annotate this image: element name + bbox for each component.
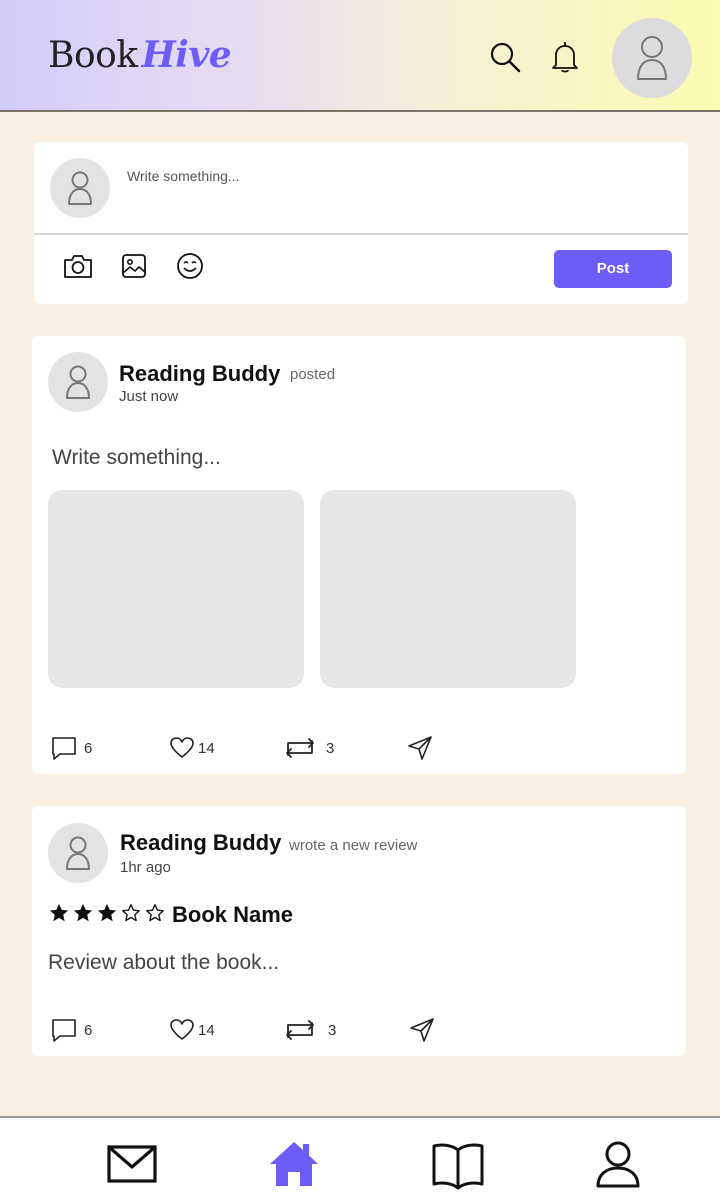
- person-icon: [637, 36, 667, 80]
- comment-icon: [50, 734, 78, 762]
- like-count: 14: [198, 739, 215, 757]
- nav-home[interactable]: [266, 1136, 322, 1192]
- person-icon: [48, 823, 108, 883]
- feed-post-card: Reading Buddy posted Just now Write some…: [32, 336, 686, 774]
- star-filled-icon: [72, 902, 94, 924]
- post-action-text: wrote a new review: [289, 837, 418, 854]
- nav-library[interactable]: [430, 1136, 486, 1192]
- post-timestamp: Just now: [119, 388, 179, 405]
- repost-icon: [282, 734, 318, 762]
- mail-icon: [107, 1145, 157, 1183]
- like-button[interactable]: 14: [168, 1016, 215, 1044]
- send-icon: [406, 734, 434, 762]
- camera-icon[interactable]: [62, 250, 94, 282]
- repost-button[interactable]: 3: [282, 1016, 336, 1044]
- star-empty-icon: [144, 902, 166, 924]
- repost-button[interactable]: 3: [282, 734, 334, 762]
- book-icon: [432, 1143, 484, 1190]
- logo-book-text: Book: [48, 35, 138, 76]
- search-icon[interactable]: [488, 40, 522, 74]
- star-filled-icon: [96, 902, 118, 924]
- post-timestamp: 1hr ago: [120, 859, 171, 876]
- person-icon: [48, 352, 108, 412]
- comment-button[interactable]: 6: [50, 734, 92, 762]
- image-placeholder[interactable]: [48, 490, 304, 688]
- repost-count: 3: [328, 1021, 337, 1039]
- comment-count: 6: [84, 739, 93, 757]
- user-icon: [596, 1141, 640, 1188]
- post-button[interactable]: Post: [554, 250, 672, 288]
- person-icon: [50, 158, 110, 218]
- comment-count: 6: [84, 1021, 93, 1039]
- author-name[interactable]: Reading Buddy: [120, 830, 281, 856]
- emoji-icon[interactable]: [174, 250, 206, 282]
- repost-count: 3: [326, 739, 335, 757]
- app-logo[interactable]: Book Hive: [48, 34, 232, 76]
- like-button[interactable]: 14: [168, 734, 215, 762]
- composer-avatar: [50, 158, 110, 218]
- author-avatar[interactable]: [48, 823, 108, 883]
- book-name[interactable]: Book Name: [172, 902, 293, 928]
- star-filled-icon: [48, 902, 70, 924]
- author-avatar[interactable]: [48, 352, 108, 412]
- heart-icon: [168, 734, 196, 762]
- composer-input[interactable]: Write something...: [127, 168, 240, 184]
- author-name[interactable]: Reading Buddy: [119, 361, 280, 387]
- nav-profile[interactable]: [590, 1136, 646, 1192]
- like-count: 14: [198, 1021, 215, 1039]
- comment-button[interactable]: 6: [50, 1016, 92, 1044]
- bottom-nav: [0, 1116, 720, 1204]
- home-icon: [270, 1142, 318, 1186]
- star-empty-icon: [120, 902, 142, 924]
- composer-card: Write something... Post: [34, 142, 688, 304]
- image-placeholder[interactable]: [320, 490, 576, 688]
- bell-icon[interactable]: [548, 40, 582, 74]
- composer-divider: [34, 233, 688, 235]
- profile-avatar[interactable]: [612, 18, 692, 98]
- send-icon: [408, 1016, 436, 1044]
- review-post-card: Reading Buddy wrote a new review 1hr ago…: [32, 806, 686, 1056]
- star-rating: [48, 902, 168, 924]
- nav-messages[interactable]: [104, 1136, 160, 1192]
- post-action-text: posted: [290, 366, 336, 383]
- repost-icon: [282, 1016, 318, 1044]
- image-icon[interactable]: [118, 250, 150, 282]
- app-header: Book Hive: [0, 0, 720, 112]
- share-button[interactable]: [406, 734, 434, 762]
- heart-icon: [168, 1016, 196, 1044]
- comment-icon: [50, 1016, 78, 1044]
- logo-hive-text: Hive: [141, 34, 232, 76]
- review-text: Review about the book...: [48, 951, 280, 974]
- share-button[interactable]: [408, 1016, 436, 1044]
- post-body-text: Write something...: [52, 446, 221, 469]
